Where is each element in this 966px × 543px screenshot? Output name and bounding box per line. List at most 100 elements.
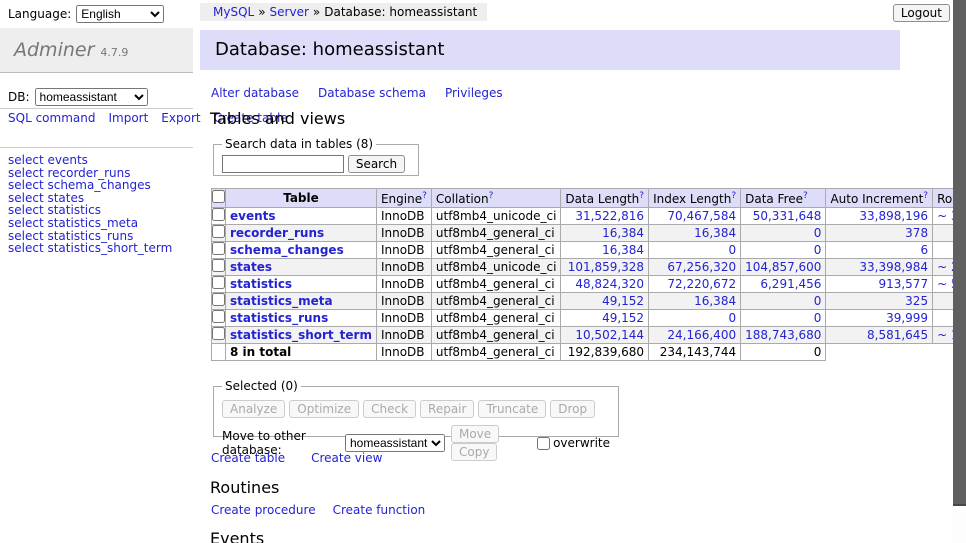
auto-increment-link[interactable]: 378 (905, 226, 928, 240)
help-icon[interactable]: ? (639, 191, 644, 201)
column-header-data-length: Data Length? (561, 189, 649, 208)
page-title: Database: homeassistant (200, 30, 900, 70)
data-length-link[interactable]: 49,152 (602, 294, 644, 308)
row-checkbox[interactable] (212, 208, 225, 221)
scrollbar-track[interactable] (953, 0, 966, 543)
select-all-checkbox[interactable] (212, 190, 225, 203)
table-link-schema_changes[interactable]: schema_changes (230, 243, 344, 257)
index-length-link[interactable]: 70,467,584 (667, 209, 736, 223)
breadcrumb-item[interactable]: MySQL (213, 5, 254, 19)
row-checkbox[interactable] (212, 242, 225, 255)
sidebar-action-link[interactable]: Export (161, 111, 200, 125)
data-free-link[interactable]: 0 (814, 294, 822, 308)
auto-increment-link[interactable]: 8,581,645 (867, 328, 928, 342)
truncate-button[interactable]: Truncate (478, 400, 546, 418)
analyze-button[interactable]: Analyze (222, 400, 285, 418)
sidebar-item-select-schema_changes[interactable]: select schema_changes (8, 179, 193, 192)
row-checkbox[interactable] (212, 276, 225, 289)
move-db-select[interactable]: homeassistant (345, 434, 445, 452)
index-length-link[interactable]: 16,384 (694, 226, 736, 240)
index-length-link[interactable]: 72,220,672 (667, 277, 736, 291)
data-length-link[interactable]: 101,859,328 (568, 260, 644, 274)
app-header: Adminer 4.7.9 (0, 28, 193, 73)
sidebar-action-link[interactable]: SQL command (8, 111, 95, 125)
table-link-statistics_runs[interactable]: statistics_runs (230, 311, 328, 325)
index-length-link[interactable]: 16,384 (694, 294, 736, 308)
app-version-link[interactable]: 4.7.9 (100, 46, 128, 59)
db-link-alter-database[interactable]: Alter database (211, 86, 299, 100)
help-icon[interactable]: ? (731, 191, 736, 201)
drop-button[interactable]: Drop (550, 400, 595, 418)
table-link-events[interactable]: events (230, 209, 276, 223)
data-free-link[interactable]: 0 (814, 311, 822, 325)
breadcrumb-item[interactable]: Server (270, 5, 309, 19)
auto-increment-link[interactable]: 33,898,196 (859, 209, 928, 223)
check-button[interactable]: Check (363, 400, 416, 418)
sidebar-item-select-events[interactable]: select events (8, 154, 193, 167)
search-legend: Search data in tables (8) (222, 137, 376, 151)
sidebar-item-select-statistics_short_term[interactable]: select statistics_short_term (8, 242, 193, 255)
data-free-link[interactable]: 50,331,648 (753, 209, 822, 223)
help-icon[interactable]: ? (803, 191, 808, 201)
index-length-link[interactable]: 0 (728, 243, 736, 257)
data-free-link[interactable]: 0 (814, 243, 822, 257)
language-select[interactable]: English (76, 5, 164, 23)
repair-button[interactable]: Repair (420, 400, 474, 418)
auto-increment-link[interactable]: 39,999 (886, 311, 928, 325)
db-select[interactable]: homeassistant (35, 88, 148, 106)
row-checkbox[interactable] (212, 293, 225, 306)
sidebar-item-select-statistics_meta[interactable]: select statistics_meta (8, 217, 193, 230)
help-icon[interactable]: ? (422, 191, 427, 201)
create-view-link[interactable]: Create view (311, 451, 382, 465)
column-label: Collation (436, 192, 489, 206)
auto-increment-link[interactable]: 913,577 (878, 277, 928, 291)
row-checkbox[interactable] (212, 259, 225, 272)
table-name-cell: recorder_runs (226, 225, 377, 242)
data-free-link[interactable]: 104,857,600 (745, 260, 821, 274)
logout-button[interactable]: Logout (893, 4, 950, 22)
move-button[interactable]: Move (451, 425, 499, 443)
table-link-statistics_short_term[interactable]: statistics_short_term (230, 328, 372, 342)
data-free-link[interactable]: 188,743,680 (745, 328, 821, 342)
create-table-link[interactable]: Create table (211, 451, 285, 465)
table-link-states[interactable]: states (230, 260, 272, 274)
index-length-link[interactable]: 24,166,400 (667, 328, 736, 342)
index-length-cell: 16,384 (649, 293, 741, 310)
row-checkbox[interactable] (212, 310, 225, 323)
optimize-button[interactable]: Optimize (289, 400, 359, 418)
data-free-link[interactable]: 0 (814, 226, 822, 240)
data-length-link[interactable]: 31,522,816 (575, 209, 644, 223)
data-free-cell: 188,743,680 (741, 327, 826, 344)
data-length-link[interactable]: 48,824,320 (575, 277, 644, 291)
row-checkbox[interactable] (212, 225, 225, 238)
data-length-link[interactable]: 49,152 (602, 311, 644, 325)
db-link-privileges[interactable]: Privileges (445, 86, 503, 100)
overwrite-label: overwrite (553, 436, 610, 450)
data-free-link[interactable]: 6,291,456 (760, 277, 821, 291)
table-link-recorder_runs[interactable]: recorder_runs (230, 226, 324, 240)
data-length-link[interactable]: 16,384 (602, 243, 644, 257)
auto-increment-link[interactable]: 6 (920, 243, 928, 257)
data-length-link[interactable]: 16,384 (602, 226, 644, 240)
overwrite-checkbox[interactable] (537, 437, 550, 450)
data-length-link[interactable]: 10,502,144 (575, 328, 644, 342)
auto-increment-link[interactable]: 325 (905, 294, 928, 308)
index-length-link[interactable]: 67,256,320 (667, 260, 736, 274)
search-input[interactable] (222, 155, 344, 173)
db-link-database-schema[interactable]: Database schema (318, 86, 426, 100)
table-link-statistics_meta[interactable]: statistics_meta (230, 294, 333, 308)
table-link-statistics[interactable]: statistics (230, 277, 292, 291)
sidebar-action-link[interactable]: Import (108, 111, 148, 125)
row-checkbox[interactable] (212, 327, 225, 340)
auto-increment-link[interactable]: 33,398,984 (859, 260, 928, 274)
total-data-free-cell: 0 (741, 344, 826, 361)
create-function-link[interactable]: Create function (333, 503, 426, 517)
create-procedure-link[interactable]: Create procedure (211, 503, 316, 517)
copy-button[interactable]: Copy (451, 443, 497, 461)
search-button[interactable]: Search (348, 155, 405, 173)
scrollbar-thumb[interactable] (953, 0, 966, 506)
data-free-cell: 0 (741, 310, 826, 327)
help-icon[interactable]: ? (923, 191, 928, 201)
index-length-link[interactable]: 0 (728, 311, 736, 325)
help-icon[interactable]: ? (489, 191, 494, 201)
